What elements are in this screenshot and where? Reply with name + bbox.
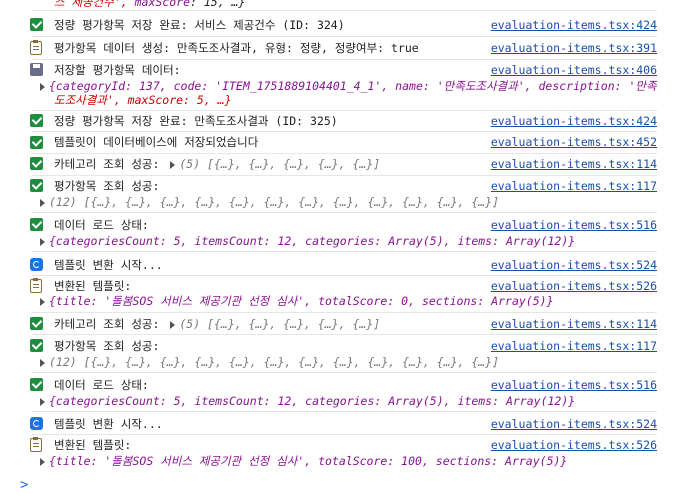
console-message[interactable]: 데이터 로드 상태: evaluation-items.tsx:516 {cat…: [30, 375, 657, 412]
expand-triangle-icon[interactable]: [170, 320, 176, 329]
console-panel: 스 제공건수', maxScore: 15, …} 정량 평가항목 저장 완료:…: [0, 0, 679, 498]
fragment-rest: : 15, …}: [190, 0, 246, 9]
message-text: 평가항목 데이터 생성: 만족도조사결과, 유형: 정량, 정량여부: true: [54, 41, 419, 55]
console-prompt[interactable]: >: [20, 477, 28, 493]
source-link[interactable]: evaluation-items.tsx:391: [491, 40, 657, 56]
source-link[interactable]: evaluation-items.tsx:114: [491, 316, 657, 332]
object-preview[interactable]: {title: '돌봄SOS 서비스 제공기관 선정 심사', totalSco…: [49, 454, 567, 468]
console-message[interactable]: 변환된 템플릿: evaluation-items.tsx:526 {title…: [30, 435, 657, 471]
floppy-disk-icon: [30, 63, 43, 76]
check-icon: [30, 339, 43, 352]
console-message[interactable]: 카테고리 조회 성공: (5) [{…}, {…}, {…}, {…}, {…}…: [30, 154, 657, 176]
refresh-icon: [30, 258, 43, 271]
source-link[interactable]: evaluation-items.tsx:516: [491, 377, 657, 393]
message-text: 저장할 평가항목 데이터:: [54, 63, 181, 77]
message-text: 데이터 로드 상태:: [54, 378, 149, 392]
source-link[interactable]: evaluation-items.tsx:117: [491, 338, 657, 354]
expand-triangle-icon[interactable]: [40, 82, 45, 91]
clipboard-icon: [30, 278, 42, 293]
array-preview[interactable]: (12) [{…}, {…}, {…}, {…}, {…}, {…}, {…},…: [49, 195, 499, 209]
clipboard-icon: [30, 437, 42, 452]
array-preview[interactable]: (12) [{…}, {…}, {…}, {…}, {…}, {…}, {…},…: [49, 355, 499, 369]
message-text: 평가항목 조회 성공:: [54, 179, 160, 193]
console-message[interactable]: 템플릿이 데이터베이스에 저장되었습니다 evaluation-items.ts…: [30, 132, 657, 154]
message-text: 정량 평가항목 저장 완료: 만족도조사결과 (ID: 325): [54, 114, 338, 128]
message-text: 카테고리 조회 성공:: [54, 157, 160, 171]
message-text: 평가항목 조회 성공:: [54, 339, 160, 353]
check-icon: [30, 317, 43, 330]
check-icon: [30, 18, 43, 31]
expand-triangle-icon[interactable]: [40, 198, 45, 207]
expand-triangle-icon[interactable]: [170, 160, 176, 169]
console-message[interactable]: 템플릿 변환 시작... evaluation-items.tsx:524: [30, 254, 657, 276]
console-message[interactable]: 데이터 로드 상태: evaluation-items.tsx:516 {cat…: [30, 215, 657, 252]
object-preview-continued: 도조사결과', maxScore: 5, …}: [54, 93, 232, 107]
expand-triangle-icon[interactable]: [40, 297, 45, 306]
console-gutter: [0, 0, 10, 498]
fragment-key: maxScore: [134, 0, 190, 9]
check-icon: [30, 179, 43, 192]
check-icon: [30, 136, 43, 149]
console-message[interactable]: 평가항목 데이터 생성: 만족도조사결과, 유형: 정량, 정량여부: true…: [30, 37, 657, 60]
object-preview[interactable]: {categoriesCount: 5, itemsCount: 12, cat…: [49, 394, 575, 408]
source-link[interactable]: evaluation-items.tsx:406: [491, 62, 657, 78]
clipboard-icon: [30, 40, 42, 55]
source-link[interactable]: evaluation-items.tsx:424: [491, 17, 657, 33]
message-text: 카테고리 조회 성공:: [54, 317, 160, 331]
check-icon: [30, 378, 43, 391]
object-preview[interactable]: {categoryId: 137, code: 'ITEM_1751889104…: [49, 79, 657, 93]
check-icon: [30, 218, 43, 231]
expand-triangle-icon[interactable]: [40, 397, 45, 406]
expand-triangle-icon[interactable]: [40, 457, 45, 466]
source-link[interactable]: evaluation-items.tsx:516: [491, 217, 657, 233]
message-text: 템플릿 변환 시작...: [54, 258, 163, 272]
array-preview[interactable]: (5) [{…}, {…}, {…}, {…}, {…}]: [179, 157, 380, 171]
console-message[interactable]: 저장할 평가항목 데이터: evaluation-items.tsx:406 {…: [30, 60, 657, 111]
console-message[interactable]: 변환된 템플릿: evaluation-items.tsx:526 {title…: [30, 276, 657, 313]
expand-triangle-icon[interactable]: [40, 237, 45, 246]
source-link[interactable]: evaluation-items.tsx:526: [491, 437, 657, 453]
console-message[interactable]: 카테고리 조회 성공: (5) [{…}, {…}, {…}, {…}, {…}…: [30, 313, 657, 335]
object-preview[interactable]: {title: '돌봄SOS 서비스 제공기관 선정 심사', totalSco…: [49, 294, 554, 308]
console-message-fragment: 스 제공건수', maxScore: 15, …}: [32, 0, 657, 11]
message-text: 변환된 템플릿:: [54, 279, 132, 293]
console-message[interactable]: 평가항목 조회 성공: evaluation-items.tsx:117 (12…: [30, 176, 657, 213]
source-link[interactable]: evaluation-items.tsx:524: [491, 416, 657, 432]
console-message[interactable]: 평가항목 조회 성공: evaluation-items.tsx:117 (12…: [30, 336, 657, 373]
message-text: 정량 평가항목 저장 완료: 서비스 제공건수 (ID: 324): [54, 18, 345, 32]
console-message[interactable]: 정량 평가항목 저장 완료: 만족도조사결과 (ID: 325) evaluat…: [30, 110, 657, 132]
source-link[interactable]: evaluation-items.tsx:117: [491, 178, 657, 194]
source-link[interactable]: evaluation-items.tsx:452: [491, 134, 657, 150]
source-link[interactable]: evaluation-items.tsx:424: [491, 113, 657, 129]
console-message[interactable]: 정량 평가항목 저장 완료: 서비스 제공건수 (ID: 324) evalua…: [30, 15, 657, 37]
message-text: 템플릿 변환 시작...: [54, 417, 163, 431]
message-text: 데이터 로드 상태:: [54, 218, 149, 232]
expand-triangle-icon[interactable]: [40, 358, 45, 367]
check-icon: [30, 114, 43, 127]
object-preview[interactable]: {categoriesCount: 5, itemsCount: 12, cat…: [49, 234, 575, 248]
source-link[interactable]: evaluation-items.tsx:524: [491, 257, 657, 273]
fragment-string: 스 제공건수: [54, 0, 114, 9]
message-text: 템플릿이 데이터베이스에 저장되었습니다: [54, 135, 259, 149]
source-link[interactable]: evaluation-items.tsx:526: [491, 278, 657, 294]
message-text: 변환된 템플릿:: [54, 438, 132, 452]
source-link[interactable]: evaluation-items.tsx:114: [491, 156, 657, 172]
refresh-icon: [30, 417, 43, 430]
array-preview[interactable]: (5) [{…}, {…}, {…}, {…}, {…}]: [179, 317, 380, 331]
console-message[interactable]: 템플릿 변환 시작... evaluation-items.tsx:524: [30, 413, 657, 435]
check-icon: [30, 157, 43, 170]
